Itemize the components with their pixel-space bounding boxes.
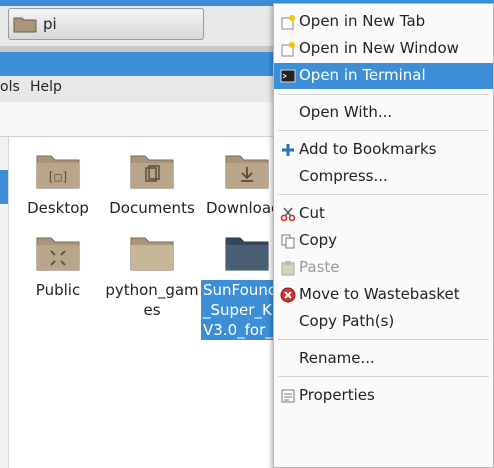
menu-item-label: Open in New Window <box>299 39 459 57</box>
menu-separator <box>278 194 489 195</box>
downloads-folder-icon <box>225 155 269 189</box>
file-name-line: V3.0_for_F <box>201 320 274 340</box>
menu-item-label: Rename... <box>299 349 375 367</box>
menu-item-label: Open in Terminal <box>299 66 426 84</box>
menu-item-open-new-window[interactable]: Open in New Window <box>274 36 493 62</box>
menu-item-copy[interactable]: Copy <box>274 228 493 254</box>
new-tab-icon <box>281 15 295 30</box>
menu-item-label: Add to Bookmarks <box>299 140 437 158</box>
file-name: Documents <box>109 199 195 217</box>
menu-item-compress[interactable]: Compress... <box>274 164 493 190</box>
public-folder-icon <box>36 237 80 271</box>
file-name-line: es <box>143 301 161 319</box>
menu-separator <box>278 376 489 377</box>
file-item-documents[interactable]: Documents <box>104 150 200 218</box>
menu-item-label: Compress... <box>299 167 388 185</box>
menu-item-rename[interactable]: Rename... <box>274 346 493 372</box>
menu-item-label: Copy Path(s) <box>299 312 395 330</box>
menu-item-paste[interactable]: Paste <box>274 255 493 281</box>
folder-icon <box>130 237 174 271</box>
menu-item-label: Properties <box>299 386 375 404</box>
path-button-home[interactable]: pi <box>8 8 204 40</box>
menu-item-move-to-wastebasket[interactable]: Move to Wastebasket <box>274 282 493 308</box>
scissors-icon <box>280 207 296 222</box>
properties-icon <box>281 389 295 403</box>
menu-item-copy-paths[interactable]: Copy Path(s) <box>274 309 493 335</box>
menu-help[interactable]: Help <box>30 79 62 95</box>
file-item-downloads[interactable]: Downloac <box>198 150 274 218</box>
menu-item-label: Open With... <box>299 103 393 121</box>
menu-item-cut[interactable]: Cut <box>274 201 493 227</box>
terminal-icon <box>280 69 296 83</box>
add-bookmark-icon <box>282 144 294 156</box>
menu-item-label: Cut <box>299 204 325 222</box>
file-name-line: SunFounc <box>201 280 274 300</box>
context-menu: Open in New Tab Open in New Window Open … <box>273 3 494 468</box>
menu-separator <box>278 94 489 95</box>
folder-icon <box>13 17 37 33</box>
new-window-icon <box>281 42 295 57</box>
menu-item-properties[interactable]: Properties <box>274 383 493 409</box>
file-item-sunfounder-selected[interactable]: SunFounc _Super_K V3.0_for_F <box>198 232 274 340</box>
menu-item-label: Paste <box>299 258 340 276</box>
menu-item-label: Open in New Tab <box>299 12 426 30</box>
file-name: Desktop <box>27 199 89 217</box>
svg-text:[□]: [□] <box>47 170 69 184</box>
menu-item-label: Move to Wastebasket <box>299 285 460 303</box>
copy-icon <box>281 234 295 249</box>
menu-separator <box>278 130 489 131</box>
menu-separator <box>278 339 489 340</box>
menu-item-add-bookmarks[interactable]: Add to Bookmarks <box>274 137 493 163</box>
menu-tools[interactable]: ols <box>0 79 20 95</box>
file-name: Public <box>35 281 81 299</box>
file-name: Downloac <box>206 199 274 217</box>
paste-icon <box>281 261 295 276</box>
delete-icon <box>280 287 296 303</box>
menu-item-open-terminal[interactable]: Open in Terminal <box>274 63 493 89</box>
file-item-public[interactable]: Public <box>10 232 106 300</box>
side-pane-selected-item[interactable] <box>0 170 8 204</box>
path-label: pi <box>43 15 57 33</box>
file-item-python-games[interactable]: python_gam es <box>104 232 200 320</box>
menu-item-label: Copy <box>299 231 338 249</box>
menu-item-open-with[interactable]: Open With... <box>274 100 493 126</box>
menu-item-open-new-tab[interactable]: Open in New Tab <box>274 9 493 35</box>
desktop-folder-icon: [□] <box>36 155 80 189</box>
documents-folder-icon <box>130 155 174 189</box>
file-name-line: _Super_K <box>201 300 274 320</box>
file-name-line: python_gam <box>105 281 199 299</box>
dark-folder-icon <box>225 237 269 271</box>
file-item-desktop[interactable]: [□] Desktop <box>10 150 106 218</box>
